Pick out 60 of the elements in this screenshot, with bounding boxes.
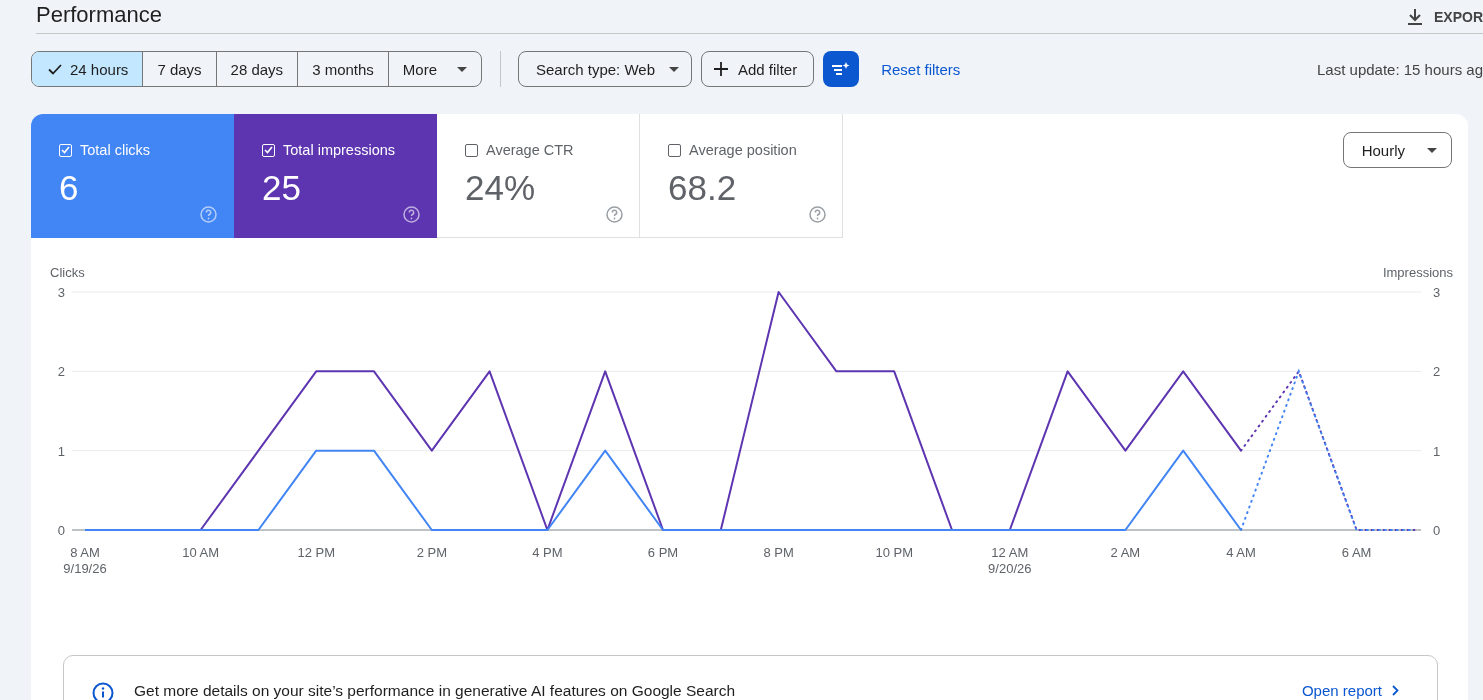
help-icon[interactable] <box>809 206 826 223</box>
y-axis-tick-label: 3 <box>1433 285 1441 300</box>
x-axis-tick-label: 10 AM <box>182 545 220 560</box>
x-axis-tick-label: 6 AM <box>1341 545 1372 560</box>
date-range-option[interactable]: 28 days <box>215 52 298 86</box>
x-axis-tick-label: 12 PM <box>297 545 335 560</box>
metric-value: 24% <box>465 168 536 208</box>
y-axis-title: Clicks <box>50 265 85 280</box>
export-button[interactable]: EXPOR <box>1408 9 1483 25</box>
x-axis-tick-label: 12 AM 9/20/26 <box>988 545 1032 576</box>
x-axis-tick-label: 4 AM <box>1226 545 1256 560</box>
metric-label: Total impressions <box>283 142 395 158</box>
x-axis-tick-label: 4 PM <box>532 545 563 560</box>
caret-icon <box>457 66 467 72</box>
caret-icon <box>668 66 679 72</box>
y-axis-tick-label: 2 <box>1433 364 1441 380</box>
check-icon <box>48 63 62 75</box>
metric-label: Average CTR <box>486 142 574 158</box>
metric-card[interactable]: Average CTR 24% <box>437 114 640 238</box>
x-axis-tick-label: 6 PM <box>647 545 679 560</box>
help-icon[interactable] <box>606 206 623 223</box>
x-axis-tick-label: 8 PM <box>763 545 794 560</box>
y-axis-tick-label: 1 <box>57 443 65 459</box>
caret-icon <box>1427 147 1437 153</box>
last-update-text: Last update: 15 hours ag <box>1317 60 1483 78</box>
metric-label: Total clicks <box>80 142 151 158</box>
metric-label: Average position <box>689 142 797 158</box>
date-range-option[interactable]: 7 days <box>142 52 216 86</box>
download-icon <box>1408 9 1422 25</box>
chevron-right-icon <box>1392 685 1399 696</box>
x-axis-tick-label: 10 PM <box>875 545 913 560</box>
sparkle-filter-icon <box>831 61 852 77</box>
y-axis-tick-label: 1 <box>1433 443 1441 459</box>
checkbox[interactable] <box>465 143 478 157</box>
info-icon <box>92 682 114 700</box>
y-axis-tick-label: 0 <box>57 523 65 538</box>
y-axis-tick-label: 2 <box>57 364 65 380</box>
search-type-dropdown[interactable]: Search type: Web <box>518 51 692 87</box>
granularity-dropdown[interactable]: Hourly <box>1342 132 1452 168</box>
more-dropdown[interactable]: More <box>387 52 481 86</box>
metric-value: 6 <box>59 168 79 208</box>
x-axis-tick-label: 2 PM <box>416 545 447 560</box>
x-axis-tick-label: 2 AM <box>1110 545 1141 560</box>
y-axis-tick-label: 3 <box>57 285 65 300</box>
y-axis-title: Impressions <box>1382 265 1453 280</box>
y-axis-tick-label: 0 <box>1433 523 1441 538</box>
page-title: Performance <box>36 3 162 27</box>
banner-text: Get more details on your site’s performance in generative AI features on Google Search <box>134 682 736 700</box>
plus-icon <box>713 62 728 76</box>
metric-value: 25 <box>262 168 301 208</box>
checkbox[interactable] <box>668 143 681 157</box>
metric-value: 68.2 <box>668 168 737 208</box>
add-filter-button[interactable]: Add filter <box>700 51 815 87</box>
metric-card[interactable]: Average position 68.2 <box>640 114 843 238</box>
reset-filters-link[interactable]: Reset filters <box>881 60 961 78</box>
date-range-option[interactable]: 3 months <box>297 52 388 86</box>
ai-filter-button[interactable] <box>823 51 860 87</box>
open-report-link[interactable]: Open report <box>1301 682 1399 699</box>
x-axis-tick-label: 8 AM 9/19/26 <box>63 545 107 576</box>
date-range-option[interactable]: 24 hours <box>32 52 143 86</box>
